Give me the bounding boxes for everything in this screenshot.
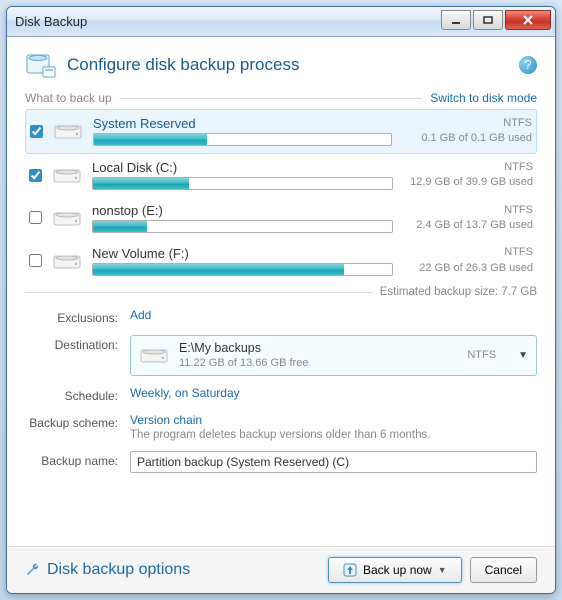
page-header: Configure disk backup process ? [25,49,537,81]
volume-checkbox[interactable] [30,125,43,138]
usage-bar [92,263,393,276]
destination-path: E:\My backups [179,340,457,356]
window-title: Disk Backup [15,14,441,29]
minimize-button[interactable] [441,10,471,30]
disk-backup-icon [25,49,57,81]
exclusions-label: Exclusions: [25,308,130,325]
help-icon[interactable]: ? [519,56,537,74]
arrow-up-icon [343,563,357,577]
volume-list: System Reserved NTFS 0.1 GB of 0.1 GB us… [25,109,537,282]
maximize-button[interactable] [473,10,503,30]
volume-name: Local Disk (C:) [92,160,393,175]
volume-name: nonstop (E:) [92,203,393,218]
destination-selector[interactable]: E:\My backups 11.22 GB of 13.66 GB free … [130,335,537,376]
volume-row[interactable]: New Volume (F:) NTFS 22 GB of 26.3 GB us… [25,239,537,282]
volume-usage: 12.9 GB of 39.9 GB used [403,175,533,190]
titlebar[interactable]: Disk Backup [7,7,555,37]
disk-icon [52,207,82,229]
volume-checkbox[interactable] [29,169,42,182]
backup-name-input[interactable] [130,451,537,473]
volume-row[interactable]: System Reserved NTFS 0.1 GB of 0.1 GB us… [25,109,537,154]
usage-bar [93,133,392,146]
volume-usage: 2.4 GB of 13.7 GB used [403,218,533,233]
estimate-row: Estimated backup size: 7.7 GB [25,286,537,298]
scheme-label: Backup scheme: [25,413,130,430]
backup-now-button[interactable]: Back up now ▼ [328,557,462,583]
volume-fs: NTFS [403,160,533,175]
backup-now-label: Back up now [363,563,432,577]
volume-name: New Volume (F:) [92,246,393,261]
usage-bar [92,220,393,233]
section-label: What to back up [25,91,112,105]
window-buttons [441,10,551,30]
destination-label: Destination: [25,335,130,352]
volume-usage: 0.1 GB of 0.1 GB used [402,131,532,146]
volume-fs: NTFS [403,245,533,260]
backup-form: Exclusions: Add Destination: E:\My backu… [25,308,537,483]
volume-fs: NTFS [403,203,533,218]
footer: Disk backup options Back up now ▼ Cancel [7,546,555,593]
volume-row[interactable]: nonstop (E:) NTFS 2.4 GB of 13.7 GB used [25,197,537,240]
app-window: Disk Backup Configure disk backup proces… [6,6,556,594]
volume-checkbox[interactable] [29,254,42,267]
disk-icon [53,120,83,142]
close-button[interactable] [505,10,551,30]
disk-icon [52,164,82,186]
volume-fs: NTFS [402,116,532,131]
schedule-link[interactable]: Weekly, on Saturday [130,386,240,400]
usage-bar [92,177,393,190]
page-title: Configure disk backup process [67,55,509,75]
cancel-button[interactable]: Cancel [470,557,537,583]
estimate-text: Estimated backup size: 7.7 GB [380,286,537,298]
volume-usage: 22 GB of 26.3 GB used [403,261,533,276]
chevron-down-icon: ▼ [518,350,528,361]
volume-name: System Reserved [93,116,392,131]
scheme-note: The program deletes backup versions olde… [130,429,537,441]
dropdown-arrow-icon: ▼ [438,565,447,575]
disk-icon [139,344,169,366]
section-header: What to back up Switch to disk mode [25,91,537,105]
scheme-link[interactable]: Version chain [130,413,202,427]
wrench-icon [25,562,41,578]
schedule-label: Schedule: [25,386,130,403]
exclusions-add-link[interactable]: Add [130,308,151,322]
disk-icon [52,250,82,272]
destination-fs: NTFS [467,349,496,361]
divider [120,98,423,99]
volume-row[interactable]: Local Disk (C:) NTFS 12.9 GB of 39.9 GB … [25,154,537,197]
backup-name-label: Backup name: [25,451,130,468]
disk-backup-options-link[interactable]: Disk backup options [47,561,190,579]
switch-mode-link[interactable]: Switch to disk mode [430,91,537,105]
content-area: Configure disk backup process ? What to … [7,37,555,546]
destination-free: 11.22 GB of 13.66 GB free [179,356,457,370]
volume-checkbox[interactable] [29,211,42,224]
